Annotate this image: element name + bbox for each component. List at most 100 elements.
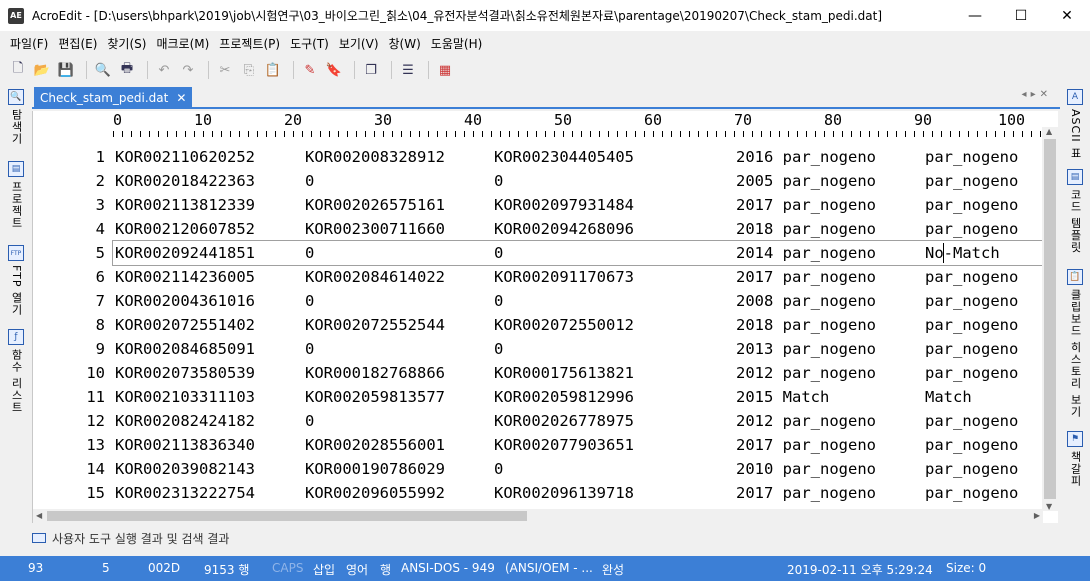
text-cell: KOR002096055992	[305, 484, 445, 502]
text-cell: KOR002008328912	[305, 148, 445, 166]
text-cell: 2017 par_nogeno	[736, 196, 876, 214]
horizontal-scroll-thumb[interactable]	[47, 511, 527, 521]
text-cell: KOR002092441851	[115, 244, 255, 262]
text-cell: 0	[305, 412, 315, 430]
window-icon[interactable]: ❐	[361, 60, 381, 80]
line-number: 2	[95, 172, 105, 190]
text-line[interactable]: KOR002110620252 KOR002008328912 KOR0023044…	[113, 145, 1043, 169]
print-preview-icon[interactable]: 🔍	[93, 60, 113, 80]
text-caret	[943, 243, 944, 263]
grid-icon[interactable]: ▦	[435, 60, 455, 80]
menu-file[interactable]: 파일(F)	[6, 35, 52, 52]
status-insert[interactable]: 삽입	[313, 561, 335, 578]
text-line[interactable]: KOR002072551402 KOR002072552544 KOR0020725…	[113, 313, 1043, 337]
text-cell: 2018 par_nogeno	[736, 220, 876, 238]
side-tab-ftp[interactable]: FTP FTP 열기	[6, 245, 26, 316]
text-cell: 2017 par_nogeno	[736, 268, 876, 286]
print-icon[interactable]: 🖶	[117, 60, 137, 80]
text-cell: 2012 par_nogeno	[736, 412, 876, 430]
scroll-up-icon[interactable]: ▲	[1046, 127, 1052, 136]
text-line[interactable]: KOR002073580539 KOR000182768866 KOR0001756…	[113, 361, 1043, 385]
text-cell: par_nogeno	[925, 340, 1019, 358]
side-tab-label: 책갈피	[1069, 451, 1082, 487]
menu-edit[interactable]: 편집(E)	[54, 35, 101, 52]
side-tab-project[interactable]: ▤ 프로젝트	[6, 161, 26, 229]
side-tab-template[interactable]: ▤ 코드 템플릿	[1065, 169, 1085, 254]
output-panel-tab[interactable]: 사용자 도구 실행 결과 및 검색 결과	[32, 527, 1060, 549]
text-line[interactable]: KOR002039082143 KOR000190786029 0 2010 par_…	[113, 457, 1043, 481]
undo-icon[interactable]: ↶	[154, 60, 174, 80]
status-size: Size: 0	[946, 561, 987, 575]
text-line[interactable]: KOR002120607852 KOR002300711660 KOR0020942…	[113, 217, 1043, 241]
save-icon[interactable]: 💾	[56, 60, 76, 80]
editor-area[interactable]: 0 10 20 30 40 50 60 70 80 90 100 1 2 3 4…	[32, 111, 1058, 523]
line-number: 14	[86, 460, 105, 478]
maximize-button[interactable]: ☐	[998, 0, 1044, 31]
text-cell: 2010 par_nogeno	[736, 460, 876, 478]
scroll-right-icon[interactable]: ▶	[1034, 511, 1040, 520]
vertical-scrollbar[interactable]: ▲ ▼	[1042, 127, 1058, 511]
status-encoding-detail[interactable]: (ANSI/OEM - ...	[505, 561, 593, 575]
side-tab-explorer[interactable]: 🔍 탐색기	[6, 89, 26, 145]
tab-close-icon[interactable]: ✕	[176, 91, 186, 105]
text-line[interactable]: KOR002313222754 KOR002096055992 KOR0020961…	[113, 481, 1043, 505]
scroll-down-icon[interactable]: ▼	[1046, 502, 1052, 511]
tab-close-all-icon[interactable]: ✕	[1040, 89, 1052, 100]
line-number: 15	[86, 484, 105, 502]
text-line[interactable]: KOR002113812339 KOR002026575161 KOR0020979…	[113, 193, 1043, 217]
minimize-button[interactable]: —	[952, 0, 998, 31]
side-tab-label: FTP 열기	[10, 265, 23, 316]
status-encoding[interactable]: ANSI-DOS - 949	[401, 561, 495, 575]
tab-prev-icon[interactable]: ◂	[1022, 89, 1031, 100]
text-content[interactable]: KOR002110620252 KOR002008328912 KOR0023044…	[112, 145, 1044, 505]
vertical-scroll-thumb[interactable]	[1044, 139, 1056, 499]
app-logo-icon: AE	[8, 7, 24, 24]
status-language[interactable]: 영어	[346, 561, 368, 578]
current-text-line[interactable]: KOR002092441851 0 0 2014 par_nogeno No-Match	[112, 240, 1044, 266]
tab-next-icon[interactable]: ▸	[1031, 89, 1040, 100]
line-number: 5	[95, 244, 105, 262]
text-line[interactable]: KOR002004361016 0 0 2008 par_nogeno par_noge…	[113, 289, 1043, 313]
horizontal-scrollbar[interactable]: ◀ ▶	[33, 509, 1043, 523]
menu-tools[interactable]: 도구(T)	[286, 35, 333, 52]
side-tab-clipboard[interactable]: 📋 클립보드 히스토리 보기	[1065, 269, 1085, 418]
text-cell: KOR000190786029	[305, 460, 445, 478]
text-line[interactable]: KOR002082424182 0 KOR002026778975 2012 par_…	[113, 409, 1043, 433]
text-line[interactable]: KOR002113836340 KOR002028556001 KOR0020779…	[113, 433, 1043, 457]
scroll-left-icon[interactable]: ◀	[36, 511, 42, 520]
tab-check-stam-pedi[interactable]: Check_stam_pedi.dat ✕	[34, 87, 193, 109]
redo-icon[interactable]: ↷	[178, 60, 198, 80]
side-tab-bookmarks[interactable]: ⚑ 책갈피	[1065, 431, 1085, 487]
list-icon[interactable]: ☰	[398, 60, 418, 80]
open-folder-icon[interactable]: 📂	[32, 60, 52, 80]
cut-icon[interactable]: ✂	[215, 60, 235, 80]
bookmark-icon[interactable]: 🔖	[324, 60, 344, 80]
copy-icon[interactable]: ⎘	[239, 60, 259, 80]
text-cell: 2018 par_nogeno	[736, 316, 876, 334]
menu-window[interactable]: 창(W)	[385, 35, 425, 52]
status-line: 5	[102, 561, 110, 575]
marker-icon[interactable]: ✎	[300, 60, 320, 80]
menu-macro[interactable]: 매크로(M)	[152, 35, 213, 52]
text-cell: 2015 Match	[736, 388, 830, 406]
menu-help[interactable]: 도움말(H)	[427, 35, 487, 52]
text-line[interactable]: KOR002114236005 KOR002084614022 KOR0020911…	[113, 265, 1043, 289]
ruler-ticks	[113, 131, 1043, 137]
menu-search[interactable]: 찾기(S)	[103, 35, 150, 52]
toolbar-divider	[428, 61, 429, 79]
menu-project[interactable]: 프로젝트(P)	[215, 35, 284, 52]
side-tab-functions[interactable]: ƒ 함수 리스트	[6, 329, 26, 414]
close-button[interactable]: ✕	[1044, 0, 1090, 31]
side-tab-ascii[interactable]: A ASCII 표	[1065, 89, 1085, 159]
menu-view[interactable]: 보기(V)	[335, 35, 383, 52]
title-bar: AE AcroEdit - [D:\users\bhpark\2019\job\…	[0, 0, 1090, 31]
text-line[interactable]: KOR002103311103 KOR002059813577 KOR0020598…	[113, 385, 1043, 409]
text-cell: 2016 par_nogeno	[736, 148, 876, 166]
text-cell: par_nogeno	[925, 364, 1019, 382]
text-line[interactable]: KOR002084685091 0 0 2013 par_nogeno par_noge…	[113, 337, 1043, 361]
text-line[interactable]: KOR002018422363 0 0 2005 par_nogeno par_noge…	[113, 169, 1043, 193]
new-file-icon[interactable]: 🗋	[8, 60, 28, 80]
text-cell: 2013 par_nogeno	[736, 340, 876, 358]
text-cell: KOR002026778975	[494, 412, 634, 430]
paste-icon[interactable]: 📋	[263, 60, 283, 80]
